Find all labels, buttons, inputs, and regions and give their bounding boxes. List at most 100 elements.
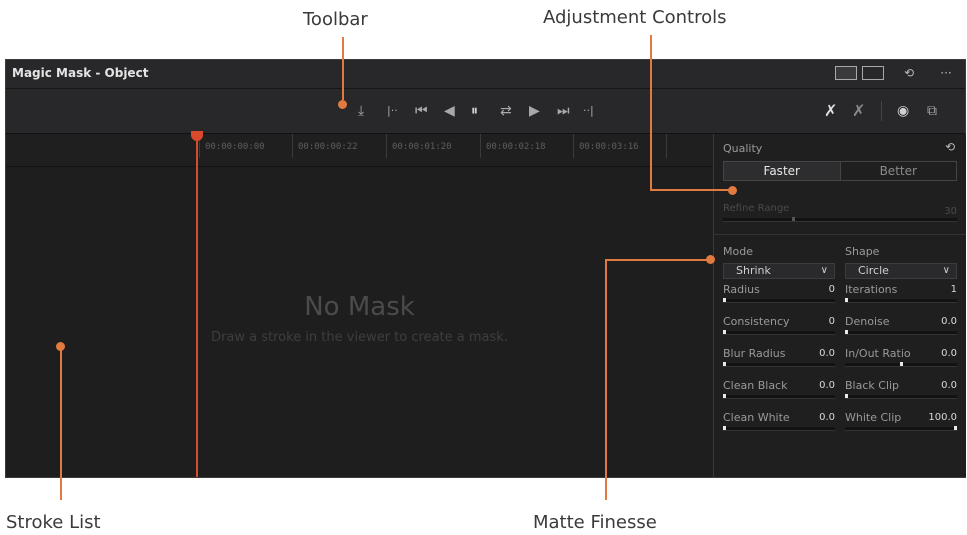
refine-range-slider[interactable] — [723, 217, 957, 222]
timecode-label: 00:00:02:18 — [486, 142, 546, 152]
slider-knob[interactable] — [723, 426, 726, 430]
clean-black-slider[interactable] — [723, 394, 835, 399]
callout-adjustment-controls: Adjustment Controls — [543, 7, 727, 28]
denoise-label: Denoise — [845, 315, 890, 328]
quality-toggle: Faster Better — [723, 161, 957, 181]
step-back-icon[interactable]: ◀ — [444, 102, 455, 120]
black-clip-value[interactable]: 0.0 — [907, 380, 957, 391]
shape-select-value: Circle — [858, 264, 889, 277]
iterations-label: Iterations — [845, 283, 898, 296]
reset-icon[interactable]: ⟲ — [901, 65, 917, 81]
callout-stroke-list: Stroke List — [6, 512, 101, 533]
refine-range-label: Refine Range — [723, 203, 790, 214]
mask-display-icon[interactable]: ⧉ — [927, 102, 937, 120]
callout-line — [605, 259, 708, 261]
more-icon[interactable]: ··· — [935, 65, 957, 81]
blur-radius-label: Blur Radius — [723, 347, 786, 360]
timeline-ruler: 00:00:00:00 00:00:00:22 00:00:01:20 00:0… — [6, 134, 713, 167]
viewer-mode-icon[interactable] — [835, 66, 857, 80]
mode-label: Mode — [723, 245, 753, 258]
chevron-down-icon: ∨ — [820, 265, 828, 276]
title-bar: Magic Mask - Object ⟲ ··· — [6, 60, 965, 89]
slider-knob[interactable] — [792, 217, 795, 221]
consistency-label: Consistency — [723, 315, 790, 328]
subtract-stroke-icon[interactable]: ✗ — [852, 102, 865, 120]
mode-select[interactable]: Shrink ∨ — [723, 263, 835, 279]
clean-white-slider[interactable] — [723, 426, 835, 431]
callout-line — [650, 35, 652, 190]
timecode-label: 00:00:00:00 — [205, 142, 265, 152]
callout-dot — [728, 186, 737, 195]
slider-knob[interactable] — [723, 362, 726, 366]
magic-mask-panel: Magic Mask - Object ⟲ ··· ⤓ |·· ⏮ ◀ ⏸ ⇄ … — [5, 59, 966, 478]
callout-line — [605, 260, 607, 500]
add-stroke-icon[interactable]: ✗ — [824, 102, 837, 120]
consistency-slider[interactable] — [723, 330, 835, 335]
black-clip-label: Black Clip — [845, 379, 900, 392]
play-forward-icon[interactable]: ▶ — [529, 102, 540, 120]
callout-line — [650, 189, 731, 191]
slider-knob[interactable] — [723, 394, 726, 398]
radius-value[interactable]: 0 — [785, 284, 835, 295]
slider-knob[interactable] — [900, 362, 903, 366]
adjustment-controls: Quality ⟲ Faster Better Refine Range 30 … — [713, 134, 966, 477]
slider-knob[interactable] — [723, 298, 726, 302]
slider-knob[interactable] — [845, 330, 848, 334]
callout-dot — [706, 255, 715, 264]
clean-white-value[interactable]: 0.0 — [785, 412, 835, 423]
radius-slider[interactable] — [723, 298, 835, 303]
white-clip-value[interactable]: 100.0 — [907, 412, 957, 423]
callout-dot — [56, 342, 65, 351]
show-overlay-icon[interactable]: ◉ — [897, 102, 909, 120]
clean-white-label: Clean White — [723, 411, 790, 424]
iterations-slider[interactable] — [845, 298, 957, 303]
skip-to-end-icon[interactable]: ⏭ — [557, 102, 570, 120]
white-clip-slider[interactable] — [845, 426, 957, 431]
track-backward-icon[interactable]: |·· — [387, 102, 398, 120]
callout-matte-finesse: Matte Finesse — [533, 512, 657, 533]
toolbar-divider — [881, 101, 882, 121]
quality-faster-button[interactable]: Faster — [724, 162, 841, 180]
callout-line — [342, 37, 344, 100]
white-clip-label: White Clip — [845, 411, 902, 424]
callout-toolbar: Toolbar — [303, 9, 368, 30]
in-out-ratio-label: In/Out Ratio — [845, 347, 911, 360]
mode-select-value: Shrink — [736, 264, 771, 277]
track-both-icon[interactable]: ⇄ — [500, 102, 512, 120]
timecode-label: 00:00:00:22 — [298, 142, 358, 152]
slider-knob[interactable] — [723, 330, 726, 334]
skip-to-start-icon[interactable]: ⏮ — [415, 102, 428, 120]
shape-label: Shape — [845, 245, 880, 258]
shape-select[interactable]: Circle ∨ — [845, 263, 957, 279]
clean-black-value[interactable]: 0.0 — [785, 380, 835, 391]
panel-title: Magic Mask - Object — [12, 66, 149, 80]
slider-knob[interactable] — [954, 426, 957, 430]
denoise-slider[interactable] — [845, 330, 957, 335]
track-frame-icon[interactable]: ⤓ — [358, 102, 364, 120]
callout-line — [60, 348, 62, 500]
image-icon[interactable] — [862, 66, 884, 80]
refine-range-value: 30 — [944, 206, 957, 217]
radius-label: Radius — [723, 283, 760, 296]
slider-knob[interactable] — [845, 298, 848, 302]
consistency-value[interactable]: 0 — [785, 316, 835, 327]
iterations-value[interactable]: 1 — [907, 284, 957, 295]
denoise-value[interactable]: 0.0 — [907, 316, 957, 327]
quality-reset-icon[interactable]: ⟲ — [943, 139, 957, 155]
timecode-label: 00:00:01:20 — [392, 142, 452, 152]
section-divider — [714, 234, 966, 235]
quality-label: Quality — [723, 142, 763, 155]
chevron-down-icon: ∨ — [942, 265, 950, 276]
blur-radius-value[interactable]: 0.0 — [785, 348, 835, 359]
timecode-label: 00:00:03:16 — [579, 142, 639, 152]
in-out-ratio-slider[interactable] — [845, 362, 957, 367]
clean-black-label: Clean Black — [723, 379, 788, 392]
slider-knob[interactable] — [845, 394, 848, 398]
callout-dot — [338, 100, 347, 109]
in-out-ratio-value[interactable]: 0.0 — [907, 348, 957, 359]
track-forward-icon[interactable]: ··| — [583, 102, 594, 120]
blur-radius-slider[interactable] — [723, 362, 835, 367]
pause-icon[interactable]: ⏸ — [471, 102, 478, 120]
black-clip-slider[interactable] — [845, 394, 957, 399]
quality-better-button[interactable]: Better — [841, 162, 957, 180]
